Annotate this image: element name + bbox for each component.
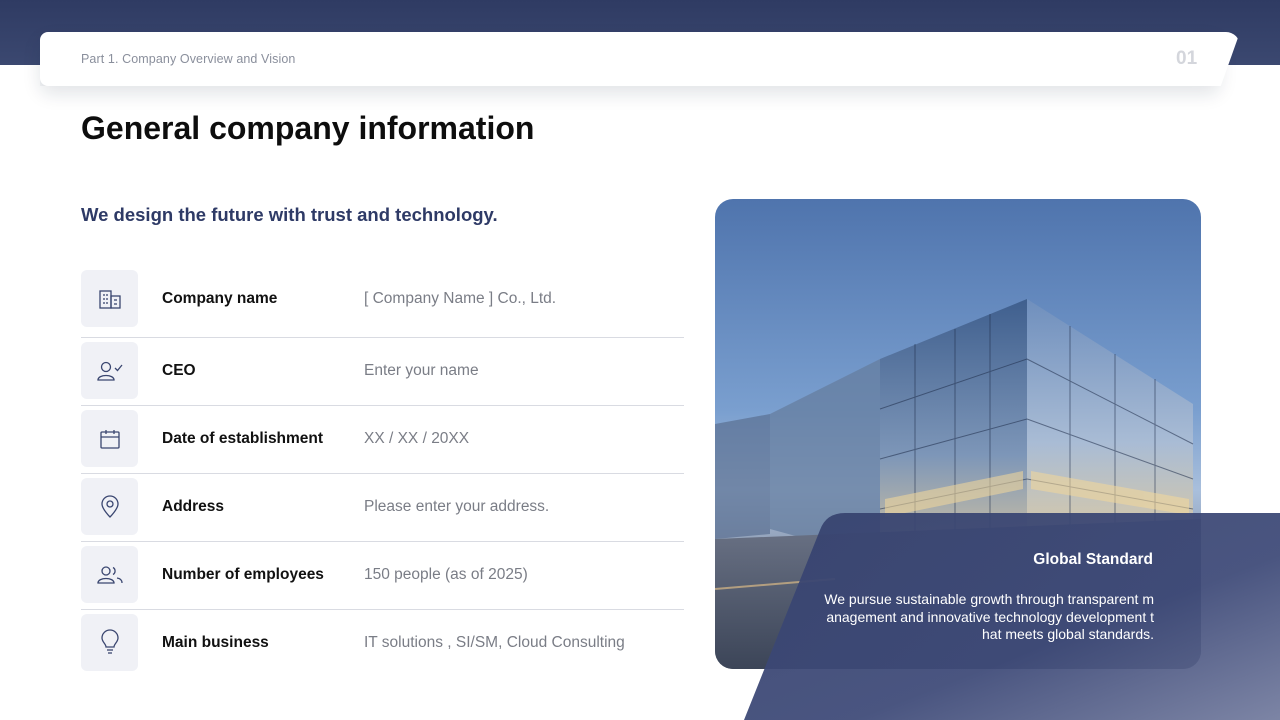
info-value: 150 people (as of 2025): [364, 566, 528, 583]
info-row-ceo: CEO Enter your name: [81, 338, 684, 406]
caption-title: Global Standard: [1033, 551, 1153, 568]
info-value: IT solutions , SI/SM, Cloud Consulting: [364, 634, 625, 651]
info-row-date-of-establishment: Date of establishment XX / XX / 20XX: [81, 406, 684, 474]
tagline: We design the future with trust and tech…: [81, 204, 498, 225]
info-row-employees: Number of employees 150 people (as of 20…: [81, 542, 684, 610]
info-value: [ Company Name ] Co., Ltd.: [364, 290, 557, 307]
page-title: General company information: [81, 110, 535, 146]
calendar-icon: [81, 410, 138, 467]
info-value: Please enter your address.: [364, 498, 550, 515]
info-label: Company name: [162, 290, 278, 307]
breadcrumb: Part 1. Company Overview and Vision: [81, 52, 296, 66]
info-row-address: Address Please enter your address.: [81, 474, 684, 542]
info-value: Enter your name: [364, 362, 479, 379]
person-check-icon: [81, 342, 138, 399]
info-row-company-name: Company name [ Company Name ] Co., Ltd.: [81, 270, 684, 338]
info-value: XX / XX / 20XX: [364, 430, 470, 447]
info-table: Company name [ Company Name ] Co., Ltd. …: [81, 270, 684, 677]
page-number: 01: [1176, 48, 1198, 69]
info-label: Date of establishment: [162, 430, 324, 447]
info-label: Address: [162, 498, 225, 515]
building-icon: [81, 270, 138, 327]
location-pin-icon: [81, 478, 138, 535]
lightbulb-icon: [81, 614, 138, 671]
info-label: Number of employees: [162, 566, 324, 583]
info-row-main-business: Main business IT solutions , SI/SM, Clou…: [81, 610, 684, 677]
info-label: Main business: [162, 634, 269, 651]
info-label: CEO: [162, 362, 196, 379]
caption-text: We pursue sustainable growth through tra…: [824, 591, 1154, 642]
people-icon: [81, 546, 138, 603]
